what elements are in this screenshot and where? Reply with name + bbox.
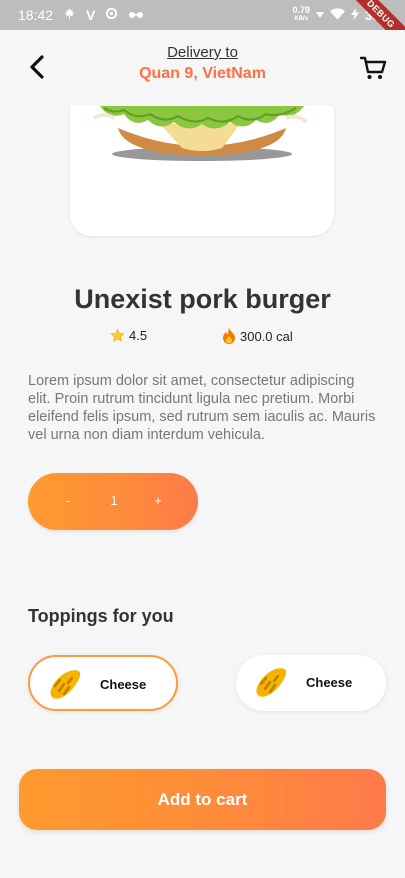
maple-leaf-icon (63, 7, 76, 23)
wifi-icon (329, 7, 345, 23)
cart-button[interactable] (359, 54, 387, 82)
charging-icon (350, 7, 359, 23)
decrease-quantity-button[interactable]: - (62, 493, 74, 508)
sync-icon (105, 7, 118, 23)
topping-card-cheese-selected[interactable]: Cheese (28, 655, 178, 711)
rating-value: 4.5 (129, 328, 148, 343)
add-to-cart-button[interactable]: Add to cart (19, 769, 386, 830)
product-meta: 4.5 300.0 cal (0, 328, 405, 348)
calories-value: 300.0 cal (240, 328, 293, 344)
product-title: Unexist pork burger (74, 284, 331, 314)
network-speed: 0.79 KB/s (292, 5, 310, 23)
topping-label: Cheese (306, 675, 353, 690)
star-icon (110, 328, 125, 342)
rating: 4.5 (110, 328, 147, 343)
product-image-card (70, 90, 334, 236)
bread-icon (256, 668, 287, 697)
cart-icon (359, 56, 387, 79)
delivery-address: Quan 9, VietNam (139, 65, 266, 82)
delivery-location[interactable]: Delivery to Quan 9, VietNam (0, 44, 405, 83)
glasses-icon (128, 7, 144, 23)
product-description: Lorem ipsum dolor sit amet, consectetur … (28, 373, 376, 443)
status-time: 18:42 (18, 7, 54, 23)
fire-icon (223, 328, 235, 344)
v-icon: V (86, 7, 96, 23)
topping-card-cheese[interactable]: Cheese (236, 655, 386, 711)
app-bar: Delivery to Quan 9, VietNam (0, 30, 405, 106)
bread-icon (50, 670, 81, 699)
quantity-stepper: - 1 + (28, 473, 198, 530)
calories: 300.0 cal (222, 328, 293, 344)
delivery-label: Delivery to (167, 44, 238, 61)
quantity-value: 1 (110, 493, 118, 508)
increase-quantity-button[interactable]: + (152, 493, 164, 508)
topping-label: Cheese (100, 677, 147, 692)
toppings-title: Toppings for you (28, 606, 174, 626)
status-bar: 18:42 V 0.79 KB/s 39% DEBUG (0, 0, 405, 56)
signal-icon (315, 8, 324, 23)
